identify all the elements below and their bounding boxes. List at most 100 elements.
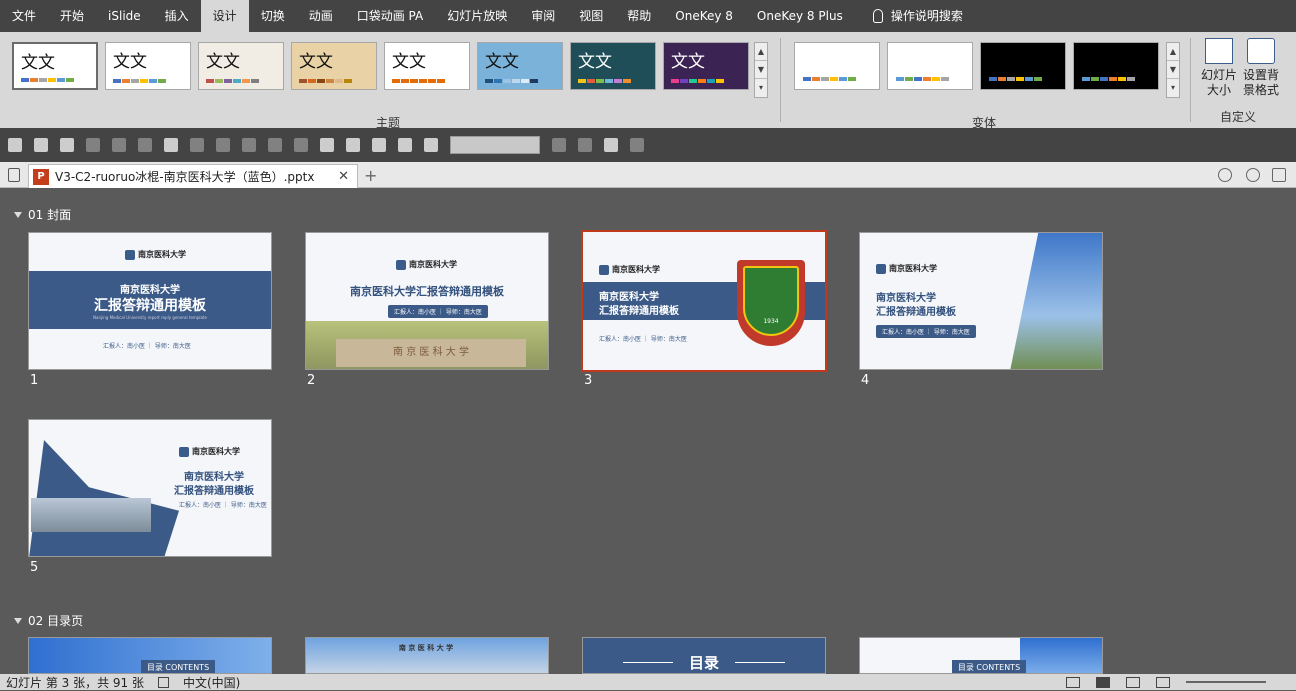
theme-5[interactable]: 文文 xyxy=(384,42,470,90)
expand-gallery-icon[interactable]: ▾ xyxy=(755,79,767,97)
copy-icon[interactable] xyxy=(398,138,412,152)
tab-insert[interactable]: 插入 xyxy=(153,0,201,32)
save-icon[interactable] xyxy=(8,138,22,152)
gear-icon[interactable] xyxy=(1246,168,1260,182)
edit-shape-icon[interactable] xyxy=(578,138,592,152)
magic-icon[interactable] xyxy=(1218,168,1232,182)
accessibility-icon[interactable] xyxy=(157,676,169,688)
document-tab[interactable]: P V3-C2-ruoruo冰棍-南京医科大学（蓝色）.pptx ✕ xyxy=(28,164,358,188)
chevron-down-icon[interactable]: ▼ xyxy=(755,61,767,79)
slide-thumbnail-1[interactable]: 南京医科大学 南京医科大学 汇报答辩通用模板 Nanjing Medical U… xyxy=(28,232,272,370)
new-tab-icon[interactable]: + xyxy=(364,166,377,185)
chevron-up-icon[interactable]: ▲ xyxy=(755,43,767,61)
status-bar: 幻灯片 第 3 张，共 91 张 中文(中国) xyxy=(0,674,1296,690)
custom-group-label: 自定义 xyxy=(1220,110,1257,124)
format-background-button[interactable]: 设置背 景格式 xyxy=(1240,38,1282,98)
square-icon[interactable] xyxy=(372,138,386,152)
close-icon[interactable]: ✕ xyxy=(338,169,349,184)
expand-gallery-icon[interactable]: ▾ xyxy=(1167,79,1179,97)
tab-islide[interactable]: iSlide xyxy=(96,0,153,32)
section-header[interactable]: 02 目录页 xyxy=(14,612,83,629)
slide-thumbnail-4[interactable]: 南京医科大学 南京医科大学 汇报答辩通用模板 汇报人：南小医 ｜ 导师：南大医 xyxy=(859,232,1103,370)
tab-home[interactable]: 开始 xyxy=(48,0,96,32)
text-icon[interactable] xyxy=(242,138,256,152)
gate-wall: 南 京 医 科 大 学 xyxy=(336,339,526,367)
slide-size-button[interactable]: 幻灯片 大小 xyxy=(1198,38,1240,98)
collapse-triangle-icon[interactable] xyxy=(14,211,22,218)
merge-shapes-icon[interactable] xyxy=(216,138,230,152)
theme-office[interactable]: 文文 xyxy=(12,42,98,90)
chevron-up-icon[interactable]: ▲ xyxy=(1167,43,1179,61)
tell-me-search[interactable]: 操作说明搜索 xyxy=(861,0,975,32)
picture-icon[interactable] xyxy=(320,138,334,152)
tab-help[interactable]: 帮助 xyxy=(615,0,663,32)
align-icon[interactable] xyxy=(86,138,100,152)
collapse-triangle-icon[interactable] xyxy=(14,617,22,624)
themes-scroller[interactable]: ▲ ▼ ▾ xyxy=(754,42,768,98)
theme-4[interactable]: 文文 xyxy=(291,42,377,90)
chevron-down-icon[interactable]: ▼ xyxy=(1167,61,1179,79)
tab-animations[interactable]: 动画 xyxy=(297,0,345,32)
theme-6[interactable]: 文文 xyxy=(477,42,563,90)
ribbon-tabs: 文件 开始 iSlide 插入 设计 切换 动画 口袋动画 PA 幻灯片放映 审… xyxy=(0,0,1296,32)
tab-file[interactable]: 文件 xyxy=(0,0,48,32)
tab-onekey8[interactable]: OneKey 8 xyxy=(663,0,745,32)
tab-view[interactable]: 视图 xyxy=(567,0,615,32)
ribbon-design: 文文 文文 文文 文文 文文 文文 文文 文文 ▲ ▼ ▾ 主题 ▲ ▼ ▾ 变… xyxy=(0,32,1296,130)
theme-7[interactable]: 文文 xyxy=(570,42,656,90)
document-icon xyxy=(8,168,20,182)
format-painter-icon[interactable] xyxy=(34,138,48,152)
chart-icon[interactable] xyxy=(604,138,618,152)
font-size-combo[interactable] xyxy=(450,136,540,154)
slide-thumbnail-3[interactable]: 南京医科大学 南京医科大学 汇报答辩通用模板 汇报人：南小医 ｜ 导师：南大医 … xyxy=(581,230,827,372)
outline-icon[interactable] xyxy=(294,138,308,152)
tab-design[interactable]: 设计 xyxy=(200,0,249,32)
distribute-icon[interactable] xyxy=(112,138,126,152)
tab-onekey8plus[interactable]: OneKey 8 Plus xyxy=(745,0,855,32)
normal-view-icon[interactable] xyxy=(1066,676,1080,688)
slide-thumbnail-5[interactable]: 南京医科大学 南京医科大学 汇报答辩通用模板 汇报人：南小医 ｜ 导师：南大医 xyxy=(28,419,272,557)
tab-slideshow[interactable]: 幻灯片放映 xyxy=(435,0,519,32)
window-icon[interactable] xyxy=(1272,168,1286,182)
tab-transitions[interactable]: 切换 xyxy=(249,0,297,32)
theme-2[interactable]: 文文 xyxy=(105,42,191,90)
zoom-slider[interactable] xyxy=(1186,681,1266,683)
align-center-icon[interactable] xyxy=(138,138,152,152)
language-status[interactable]: 中文(中国) xyxy=(183,674,240,691)
group-icon[interactable] xyxy=(164,138,178,152)
slide-thumbnail-2[interactable]: 南京医科大学 南京医科大学汇报答辩通用模板 汇报人：南小医 ｜ 导师：南大医 南… xyxy=(305,232,549,370)
logo-seal-icon xyxy=(125,249,135,260)
logo-seal-icon xyxy=(396,259,406,270)
tag-icon[interactable] xyxy=(424,138,438,152)
variant-2[interactable] xyxy=(887,42,973,90)
variant-4[interactable] xyxy=(1073,42,1159,90)
variant-3[interactable] xyxy=(980,42,1066,90)
slide-thumbnail-7[interactable]: 南 京 医 科 大 学 xyxy=(305,637,549,674)
slide-sorter-view-icon[interactable] xyxy=(1096,676,1110,688)
variants-gallery: ▲ ▼ ▾ 变体 xyxy=(790,38,1182,130)
slide-thumbnail-9[interactable]: 目录 CONTENTS xyxy=(859,637,1103,674)
logo-seal-icon xyxy=(179,446,189,457)
lightbulb-icon xyxy=(872,9,883,23)
tab-pocket-animation[interactable]: 口袋动画 PA xyxy=(345,0,436,32)
reading-view-icon[interactable] xyxy=(1126,676,1140,688)
slide-thumbnail-8[interactable]: 目录 xyxy=(582,637,826,674)
fill-icon[interactable] xyxy=(268,138,282,152)
divider xyxy=(1190,38,1191,122)
shape-icon[interactable] xyxy=(190,138,204,152)
slide-thumbnail-6[interactable]: 目录 CONTENTS xyxy=(28,637,272,674)
document-tab-strip: P V3-C2-ruoruo冰棍-南京医科大学（蓝色）.pptx ✕ + xyxy=(0,162,1296,188)
theme-3[interactable]: 文文 xyxy=(198,42,284,90)
variants-scroller[interactable]: ▲ ▼ ▾ xyxy=(1166,42,1180,98)
slideshow-icon[interactable] xyxy=(60,138,74,152)
divider xyxy=(780,38,781,122)
section-header[interactable]: 01 封面 xyxy=(14,206,71,223)
customize-toolbar-icon[interactable] xyxy=(630,138,644,152)
tab-review[interactable]: 审阅 xyxy=(519,0,567,32)
variant-1[interactable] xyxy=(794,42,880,90)
slideshow-view-icon[interactable] xyxy=(1156,676,1170,688)
table-icon[interactable] xyxy=(346,138,360,152)
shape-effects-icon[interactable] xyxy=(552,138,566,152)
theme-8[interactable]: 文文 xyxy=(663,42,749,90)
building-photo xyxy=(31,498,151,532)
